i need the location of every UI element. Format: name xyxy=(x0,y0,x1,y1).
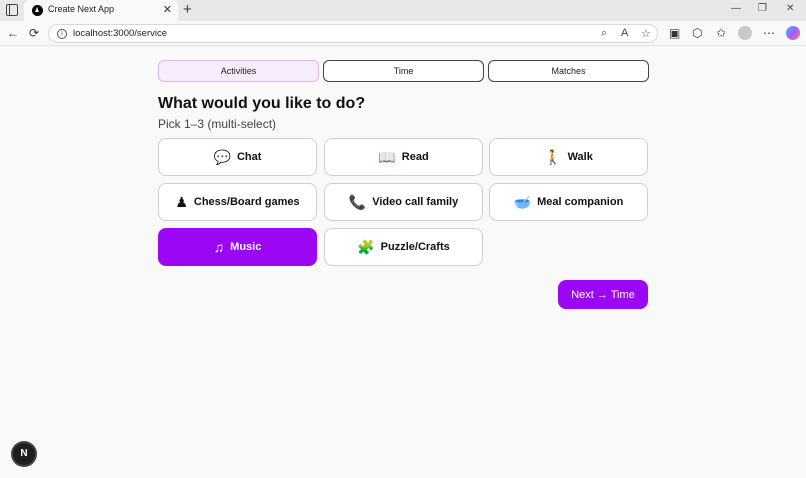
option-chat[interactable]: 💬 Chat xyxy=(158,138,317,176)
address-url[interactable]: localhost:3000/service xyxy=(73,28,167,39)
more-menu-icon[interactable]: ⋯ xyxy=(763,26,775,40)
browser-tab-title: Create Next App xyxy=(48,4,115,14)
option-music[interactable]: ♫ Music xyxy=(158,228,317,266)
option-meal-companion[interactable]: 🥣 Meal companion xyxy=(489,183,648,221)
back-arrow-icon[interactable]: ← xyxy=(7,26,19,40)
split-screen-icon[interactable]: ▣ xyxy=(669,26,680,40)
person-walking-icon: 🚶 xyxy=(544,149,562,165)
tab-activities[interactable]: Activities xyxy=(158,60,319,82)
option-label: Chess/Board games xyxy=(193,196,300,208)
tab-time[interactable]: Time xyxy=(323,60,484,82)
sidebar-toggle-icon[interactable] xyxy=(6,4,18,16)
browser-tabstrip: Create Next App ✕ + — ❐ ✕ xyxy=(0,0,806,21)
option-walk[interactable]: 🚶 Walk xyxy=(489,138,648,176)
extensions-icon[interactable]: ⬡ xyxy=(692,26,702,40)
telephone-icon: 📞 xyxy=(348,194,367,210)
option-label: Puzzle/Crafts xyxy=(380,241,450,253)
option-puzzle-crafts[interactable]: 🧩 Puzzle/Crafts xyxy=(324,228,483,266)
minimize-button[interactable]: — xyxy=(731,3,741,14)
page-subtitle: Pick 1–3 (multi-select) xyxy=(158,117,277,131)
browser-toolbar: ← ⟳ i localhost:3000/service ⌕ A ☆ ▣ ⬡ ✩… xyxy=(0,21,806,46)
option-video-call-family[interactable]: 📞 Video call family xyxy=(324,183,483,221)
puzzle-piece-icon: 🧩 xyxy=(357,239,375,255)
tab-matches[interactable]: Matches xyxy=(488,60,649,82)
speech-bubble-icon: 💬 xyxy=(213,149,231,165)
favorites-icon[interactable]: ✩ xyxy=(716,26,726,40)
page-title: What would you like to do? xyxy=(158,95,366,112)
nextjs-dev-badge[interactable]: N xyxy=(13,443,35,465)
site-info-icon[interactable]: i xyxy=(57,29,67,39)
nextjs-logo-icon xyxy=(32,5,43,16)
restore-button[interactable]: ❐ xyxy=(758,3,767,14)
option-label: Video call family xyxy=(372,196,459,208)
profile-avatar[interactable] xyxy=(738,26,752,40)
option-read[interactable]: 📖 Read xyxy=(324,138,483,176)
step-tabs: Activities Time Matches xyxy=(158,60,649,82)
option-label: Chat xyxy=(236,151,262,163)
close-tab-icon[interactable]: ✕ xyxy=(163,3,172,17)
option-label: Read xyxy=(401,151,429,163)
option-chess-board-games[interactable]: ♟ Chess/Board games xyxy=(158,183,317,221)
next-button[interactable]: Next → Time xyxy=(558,280,648,309)
option-label: Walk xyxy=(567,151,593,163)
favorite-star-icon[interactable]: ☆ xyxy=(641,27,651,40)
copilot-icon[interactable] xyxy=(786,26,800,40)
zoom-icon[interactable]: ⌕ xyxy=(601,27,607,40)
close-window-button[interactable]: ✕ xyxy=(786,3,794,14)
address-bar[interactable]: i localhost:3000/service ⌕ A ☆ xyxy=(48,24,658,43)
option-label: Music xyxy=(230,241,262,253)
reload-icon[interactable]: ⟳ xyxy=(29,26,39,40)
bowl-icon: 🥣 xyxy=(513,194,532,210)
book-icon: 📖 xyxy=(378,149,396,165)
option-label: Meal companion xyxy=(537,196,624,208)
music-note-icon: ♫ xyxy=(213,239,225,255)
chess-pawn-icon: ♟ xyxy=(175,194,188,210)
new-tab-button[interactable]: + xyxy=(183,1,192,18)
browser-tab[interactable]: Create Next App ✕ xyxy=(24,0,178,21)
read-aloud-icon[interactable]: A xyxy=(621,27,628,39)
